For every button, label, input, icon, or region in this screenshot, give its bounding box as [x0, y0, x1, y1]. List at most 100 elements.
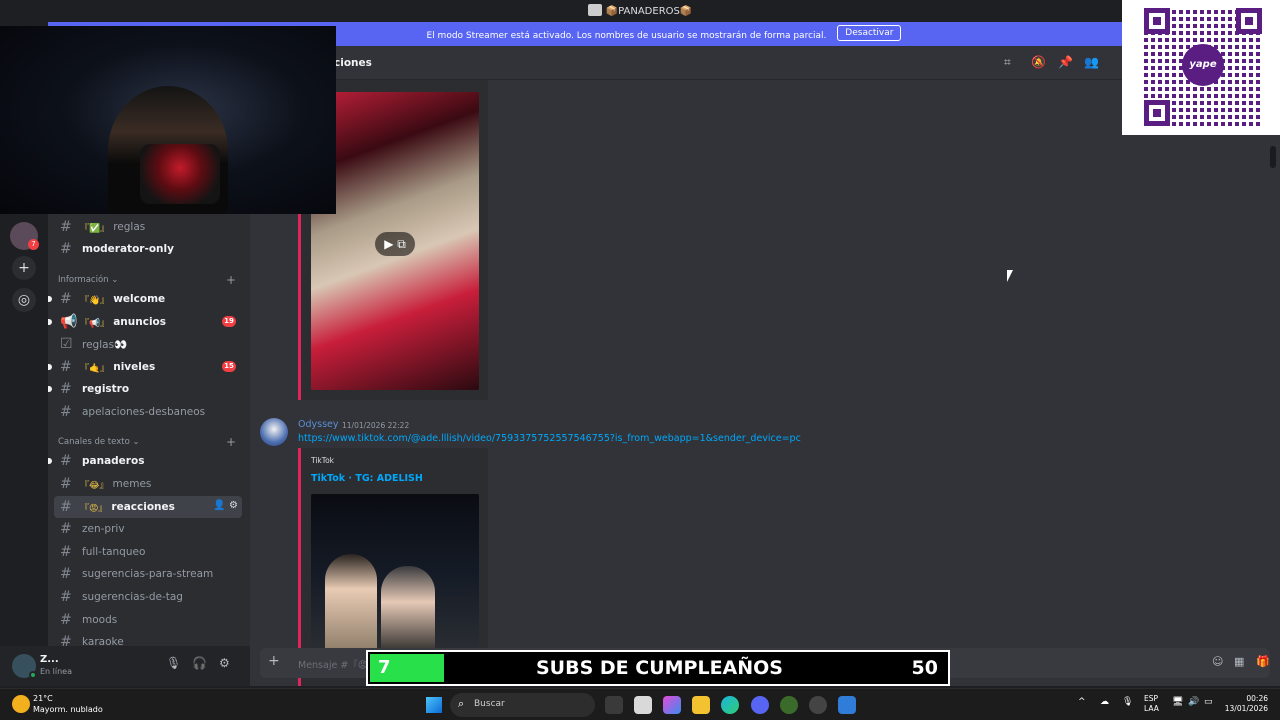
deactivate-streamer-button[interactable]: Desactivar [837, 25, 902, 41]
channel-reglas[interactable]: # 『✅』 reglas [54, 216, 242, 238]
gear-icon[interactable]: ⚙ [229, 500, 238, 511]
hash-icon: # [60, 634, 72, 646]
hash-icon: # [60, 499, 72, 515]
microphone-icon[interactable]: 🎙 [1122, 697, 1133, 707]
taskbar: 21°C Mayorm. nublado ⌕ Buscar ^ ☁ 🎙 ESP L… [0, 688, 1280, 720]
edge-icon[interactable] [721, 696, 739, 714]
subs-goal-bar: 7 SUBS DE CUMPLEAÑOS 50 [366, 650, 950, 686]
category-informacion[interactable]: Información ⌄ + [58, 273, 238, 287]
channel-reacciones[interactable]: # 『😡』 reacciones 👤 ⚙ [54, 496, 242, 518]
apps-icon[interactable]: ▦ [1234, 655, 1244, 668]
network-icon[interactable]: 🖥 [1172, 697, 1183, 707]
clock[interactable]: 00:26 13/01/2026 [1225, 694, 1268, 714]
hash-icon: # [60, 241, 72, 257]
yape-logo: yape [1182, 44, 1224, 86]
channel-actions: 👤 ⚙ [213, 500, 238, 511]
video-thumbnail[interactable] [311, 494, 479, 654]
hash-icon: # [60, 589, 72, 605]
yape-qr-code: yape [1122, 0, 1280, 135]
app-icon[interactable] [780, 696, 798, 714]
window-title: 📦PANADEROS📦 [0, 4, 1280, 17]
channel-moderator-only[interactable]: # moderator-only [54, 238, 242, 260]
pin-icon[interactable]: 📌 [1058, 55, 1073, 69]
subs-label: SUBS DE CUMPLEAÑOS [536, 657, 783, 679]
message-link[interactable]: https://www.tiktok.com/@ade.lllish/video… [298, 433, 801, 444]
headphones-icon[interactable]: 🎧 [192, 656, 207, 670]
unread-indicator [48, 364, 52, 370]
channel-reglas-rules[interactable]: ☑ reglas👀 [54, 333, 242, 355]
channel-karaoke[interactable]: # karaoke [54, 631, 242, 646]
app-icon[interactable] [838, 696, 856, 714]
gift-icon[interactable]: 🎁 [1256, 655, 1270, 668]
channel-niveles[interactable]: # 『🤙』 niveles 15 [48, 356, 242, 378]
channel-zen-priv[interactable]: # zen-priv [54, 518, 242, 540]
hash-icon: # [60, 359, 72, 375]
video-thumbnail[interactable]: ▶ ⧉ [311, 92, 479, 390]
server-icon [587, 4, 602, 16]
threads-icon[interactable]: ⌗ [1004, 55, 1011, 70]
author-avatar[interactable] [260, 418, 288, 446]
onedrive-icon[interactable]: ☁ [1100, 697, 1109, 707]
task-view-icon[interactable] [605, 696, 623, 714]
language-indicator[interactable]: ESP LAA [1144, 694, 1159, 714]
channel-registro[interactable]: # registro [48, 378, 242, 400]
hash-icon: # [60, 381, 72, 397]
volume-icon[interactable]: 🔊 [1188, 697, 1199, 707]
hash-icon: # [60, 291, 72, 307]
members-icon[interactable]: 👥 [1084, 55, 1099, 69]
message-author[interactable]: Odyssey [298, 419, 339, 430]
notifications-muted-icon[interactable]: 🔕 [1031, 55, 1046, 69]
channel-apelaciones-desbaneos[interactable]: # apelaciones-desbaneos [54, 401, 242, 423]
taskbar-search[interactable]: ⌕ Buscar [450, 693, 595, 717]
weather-desc[interactable]: Mayorm. nublado [33, 705, 103, 714]
rules-icon: ☑ [60, 336, 73, 352]
discover-icon[interactable]: ◎ [12, 288, 36, 312]
weather-temp[interactable]: 21°C [33, 694, 53, 703]
unread-badge: 19 [222, 316, 236, 327]
channel-welcome[interactable]: # 『👋』 welcome [48, 288, 242, 310]
channel-anuncios[interactable]: 📢 『📢』 anuncios 19 [48, 311, 242, 333]
microphone-icon[interactable]: 🎙 [166, 656, 181, 670]
megaphone-icon: 📢 [60, 314, 78, 330]
settings-gear-icon[interactable]: ⚙ [219, 656, 230, 670]
username[interactable]: Z... [40, 654, 59, 665]
channel-sugerencias-de-tag[interactable]: # sugerencias-de-tag [54, 586, 242, 608]
file-explorer-icon[interactable] [692, 696, 710, 714]
streamer-mask [140, 144, 220, 204]
streamer-banner-text: El modo Streamer está activado. Los nomb… [426, 31, 827, 41]
add-channel-icon[interactable]: + [226, 435, 236, 449]
subs-count: 7 [370, 654, 444, 682]
discord-icon[interactable] [751, 696, 769, 714]
hash-icon: # [60, 404, 72, 420]
chat-area: ciones ⌗ 🔕 📌 👥 ▶ ⧉ Odyssey 11/01/2026 22… [250, 46, 1280, 686]
attach-plus-icon[interactable]: + [268, 653, 280, 669]
channel-sugerencias-para-stream[interactable]: # sugerencias-para-stream [54, 563, 242, 585]
subs-goal: 50 [911, 657, 938, 679]
emoji-icon[interactable]: ☺ [1212, 655, 1223, 668]
channel-full-tanqueo[interactable]: # full-tanqueo [54, 541, 242, 563]
scrollbar[interactable] [1270, 146, 1276, 168]
battery-icon[interactable]: ▭ [1204, 697, 1213, 707]
channel-panaderos[interactable]: # panaderos [48, 450, 242, 472]
store-icon[interactable] [634, 696, 652, 714]
chevron-up-icon[interactable]: ^ [1078, 697, 1086, 707]
invite-icon[interactable]: 👤 [213, 500, 225, 511]
category-canales-de-texto[interactable]: Canales de texto ⌄ + [58, 435, 238, 449]
windows-start-icon[interactable] [426, 697, 442, 713]
weather-icon[interactable] [12, 695, 30, 713]
embed-title[interactable]: TikTok · TG: ADELISH [311, 473, 423, 484]
embed-provider: TikTok [311, 456, 335, 465]
qr-finder [1144, 8, 1170, 34]
unread-indicator [48, 319, 52, 325]
add-server-icon[interactable]: + [12, 256, 36, 280]
user-panel: Z... En línea 🎙 🎧 ⚙ [0, 646, 250, 686]
channel-moods[interactable]: # moods [54, 609, 242, 631]
channel-memes[interactable]: # 『😂』 memes [54, 473, 242, 495]
copilot-icon[interactable] [663, 696, 681, 714]
message-timestamp: 11/01/2026 22:22 [342, 421, 410, 430]
qr-finder [1144, 100, 1170, 126]
hash-icon: # [60, 612, 72, 628]
obs-icon[interactable] [809, 696, 827, 714]
play-icon[interactable]: ▶ ⧉ [375, 232, 415, 256]
add-channel-icon[interactable]: + [226, 273, 236, 287]
